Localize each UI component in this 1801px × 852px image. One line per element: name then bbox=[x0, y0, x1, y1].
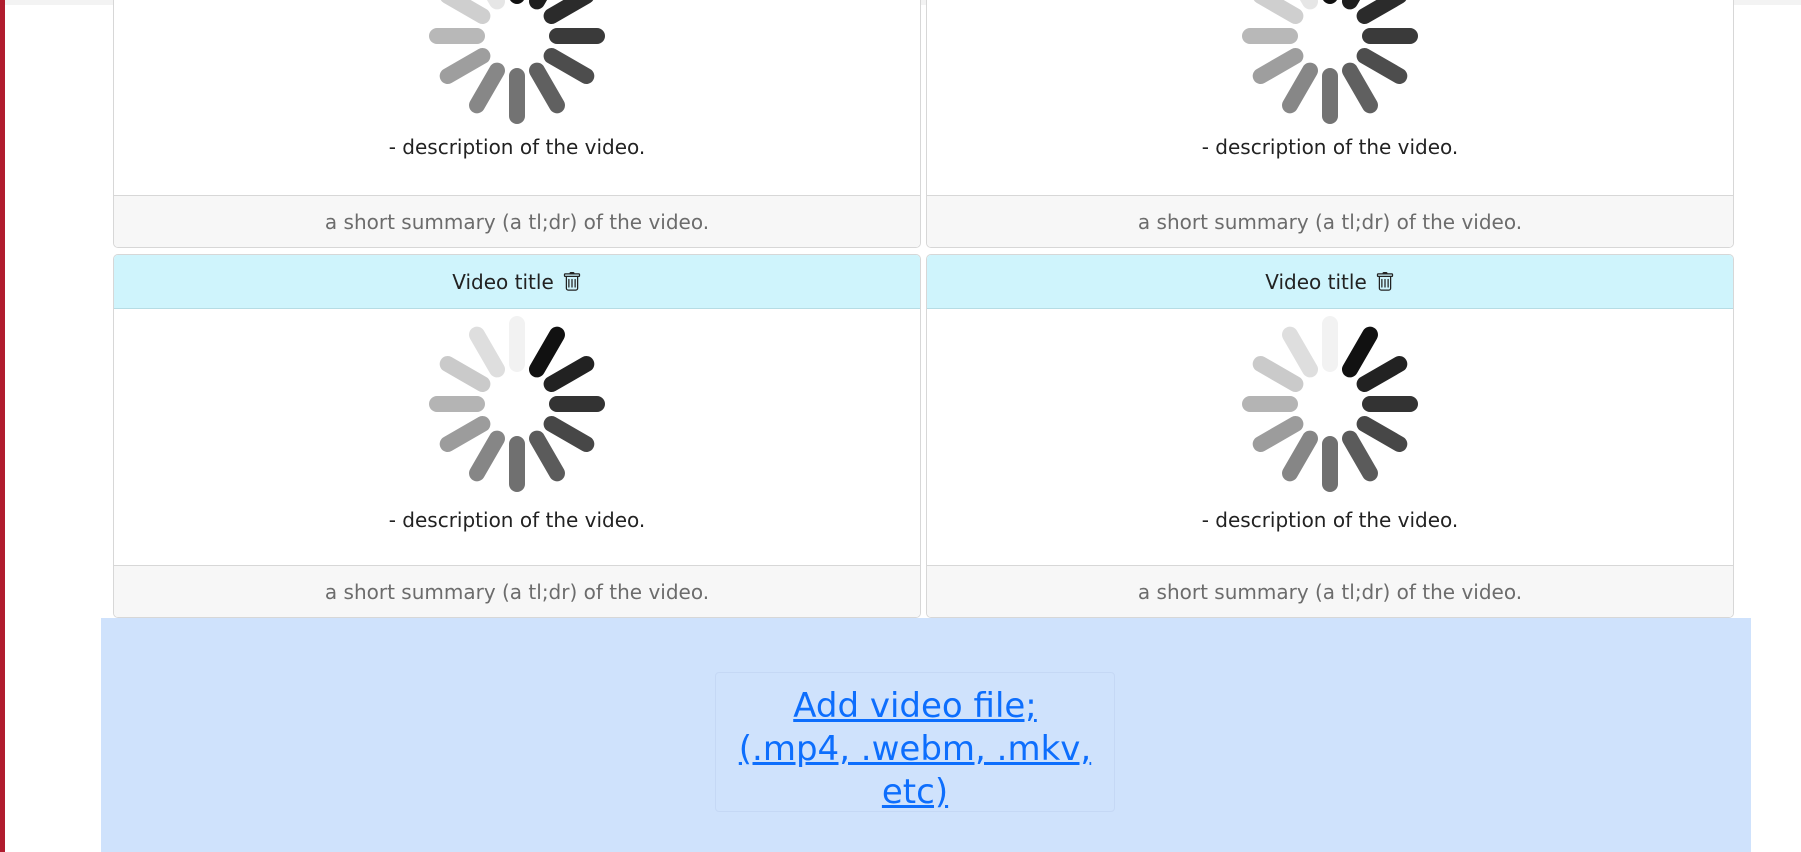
upload-dropzone[interactable]: Add video file; (.mp4, .webm, .mkv, etc) bbox=[101, 618, 1751, 852]
video-title: Video title bbox=[452, 269, 554, 294]
page: - description of the video. a short summ… bbox=[0, 0, 1801, 852]
left-edge-bar bbox=[0, 0, 5, 852]
video-description: - description of the video. bbox=[388, 508, 646, 532]
trash-icon[interactable] bbox=[562, 271, 582, 293]
video-description: - description of the video. bbox=[388, 135, 646, 159]
video-card: - description of the video. a short summ… bbox=[926, 0, 1734, 248]
video-card-header: Video title bbox=[114, 255, 920, 309]
loading-spinner-icon bbox=[429, 0, 605, 124]
card-body: - description of the video. bbox=[927, 0, 1733, 159]
video-title: Video title bbox=[1265, 269, 1367, 294]
upload-target[interactable]: Add video file; (.mp4, .webm, .mkv, etc) bbox=[715, 672, 1115, 812]
video-description: - description of the video. bbox=[1201, 508, 1459, 532]
video-summary: a short summary (a tl;dr) of the video. bbox=[114, 565, 920, 617]
loading-spinner-icon bbox=[1242, 0, 1418, 124]
video-summary: a short summary (a tl;dr) of the video. bbox=[927, 565, 1733, 617]
loading-spinner-icon bbox=[1242, 316, 1418, 492]
card-body: - description of the video. bbox=[114, 309, 920, 532]
video-summary: a short summary (a tl;dr) of the video. bbox=[927, 195, 1733, 247]
video-card-header: Video title bbox=[927, 255, 1733, 309]
video-summary: a short summary (a tl;dr) of the video. bbox=[114, 195, 920, 247]
loading-spinner-icon bbox=[429, 316, 605, 492]
card-body: - description of the video. bbox=[927, 309, 1733, 532]
card-body: - description of the video. bbox=[114, 0, 920, 159]
video-description: - description of the video. bbox=[1201, 135, 1459, 159]
video-card: Video title - description of the video. … bbox=[113, 254, 921, 618]
add-video-file-link[interactable]: Add video file; bbox=[793, 685, 1037, 728]
video-card: Video title - description of the video. … bbox=[926, 254, 1734, 618]
supported-formats-link[interactable]: (.mp4, .webm, .mkv, etc) bbox=[716, 728, 1114, 814]
trash-icon[interactable] bbox=[1375, 271, 1395, 293]
video-card: - description of the video. a short summ… bbox=[113, 0, 921, 248]
